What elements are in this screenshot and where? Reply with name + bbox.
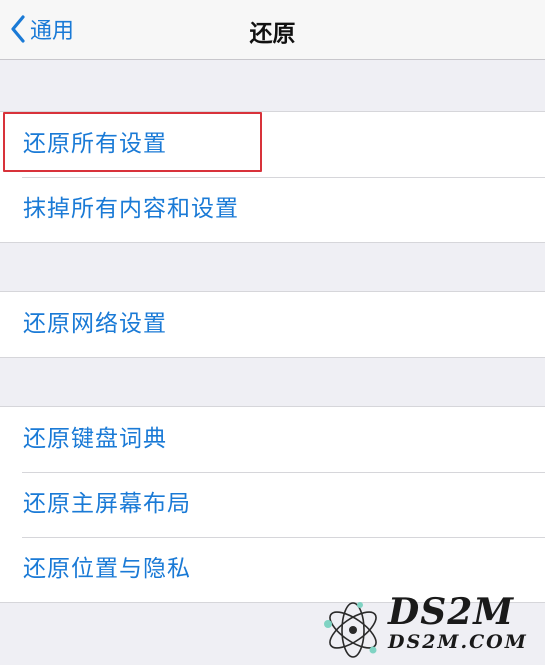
list-item-label: 还原网络设置 xyxy=(23,311,167,337)
navigation-bar: 通用 还原 xyxy=(0,0,545,60)
atom-logo-icon xyxy=(324,602,377,658)
list-item-label: 还原位置与隐私 xyxy=(23,556,191,582)
page-title: 还原 xyxy=(249,21,296,47)
list-item-label: 还原主屏幕布局 xyxy=(23,491,191,517)
settings-group-network: 还原网络设置 xyxy=(0,291,545,358)
highlight-annotation-box xyxy=(3,112,262,172)
settings-group-other: 还原键盘词典 还原主屏幕布局 还原位置与隐私 xyxy=(0,406,545,603)
reset-network-settings-item[interactable]: 还原网络设置 xyxy=(0,292,545,357)
list-item-label: 还原键盘词典 xyxy=(23,426,167,452)
watermark-brand: DS2M xyxy=(388,591,515,633)
erase-all-content-item[interactable]: 抹掉所有内容和设置 xyxy=(0,177,545,242)
reset-keyboard-dictionary-item[interactable]: 还原键盘词典 xyxy=(0,407,545,472)
chevron-left-icon xyxy=(11,15,25,43)
back-label: 通用 xyxy=(30,19,75,44)
reset-home-screen-layout-item[interactable]: 还原主屏幕布局 xyxy=(0,472,545,537)
list-item-label: 抹掉所有内容和设置 xyxy=(23,196,239,222)
watermark: DS2M DS2M.COM xyxy=(320,591,542,663)
back-button[interactable]: 通用 xyxy=(10,12,74,46)
watermark-domain: DS2M.COM xyxy=(388,631,528,653)
